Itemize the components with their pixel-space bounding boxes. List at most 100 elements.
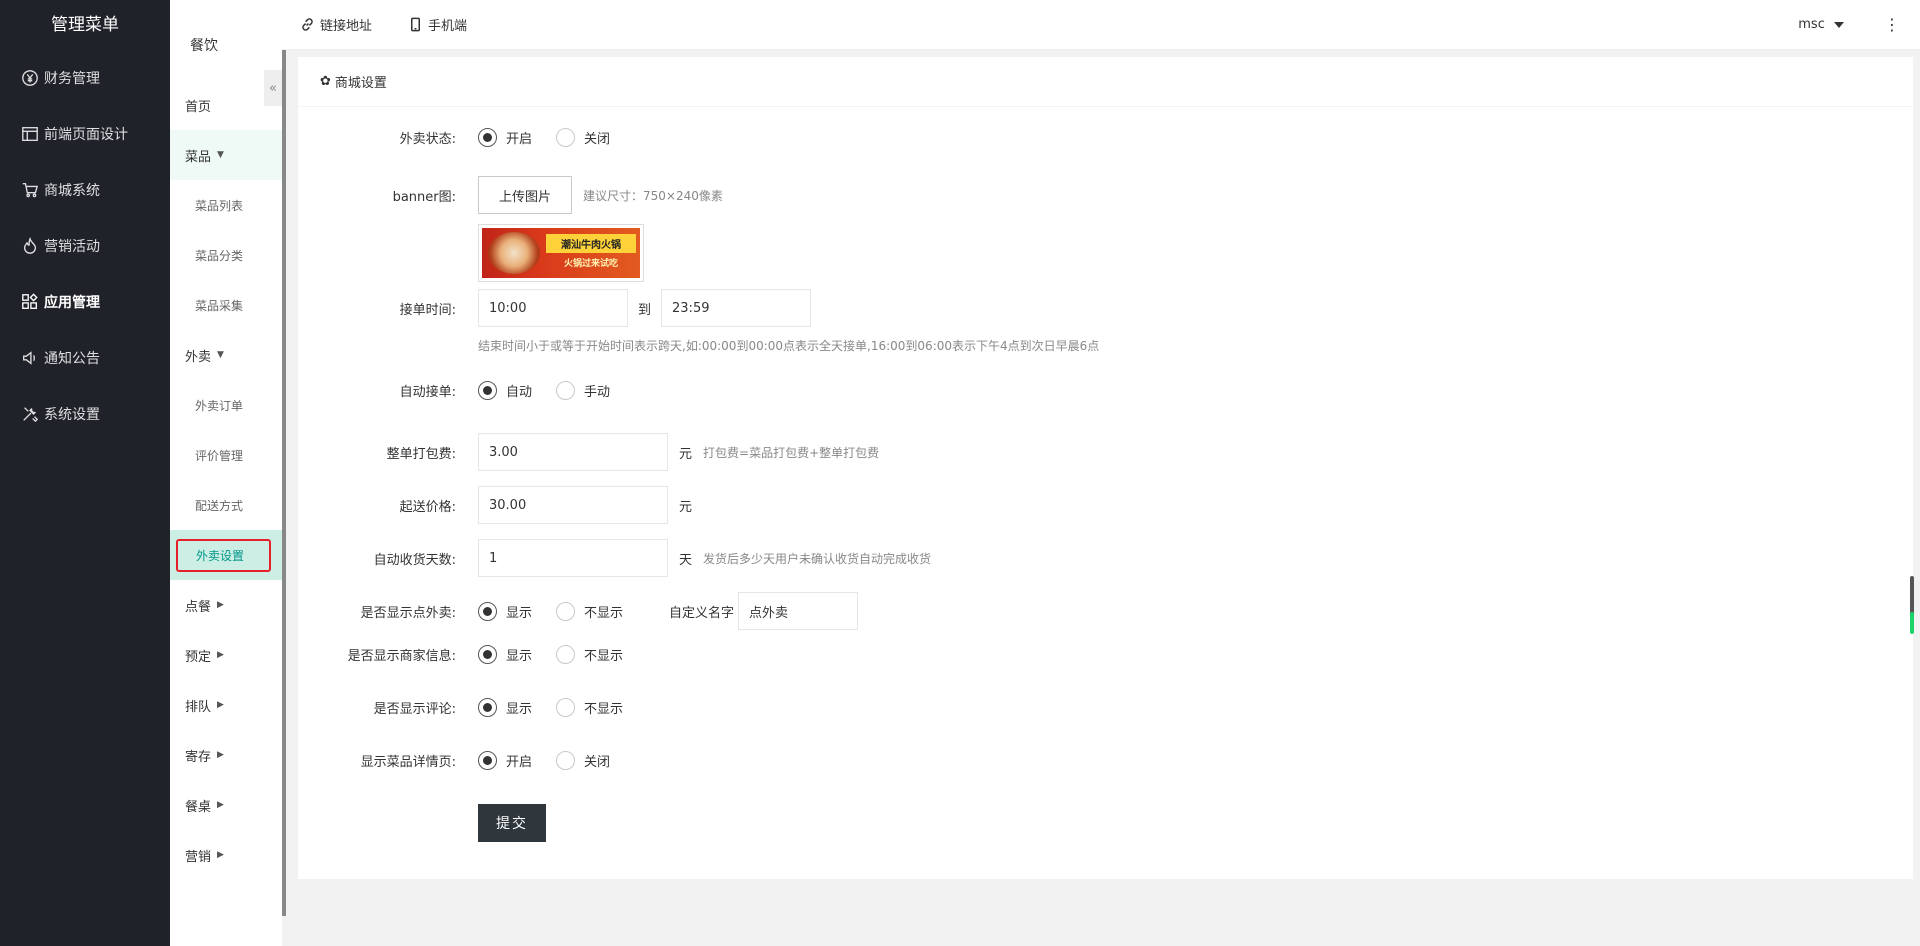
caret-right-icon: ▶ — [217, 750, 224, 760]
subnav-takeout-orders[interactable]: 外卖订单 — [170, 380, 282, 430]
show-merchant-label: 是否显示商家信息: — [347, 649, 456, 664]
subnav-group-dishes: 菜品 ▼ — [170, 130, 282, 180]
sidebar-item-apps[interactable]: 应用管理 — [0, 274, 170, 330]
radio-label: 自动 — [506, 385, 533, 400]
cart-icon — [20, 180, 40, 200]
radio-label: 不显示 — [584, 702, 624, 717]
takeout-status-off-radio[interactable]: 关闭 — [556, 128, 610, 147]
auto-receive-unit: 天 — [679, 552, 693, 568]
speaker-icon — [20, 348, 40, 368]
username: msc — [1798, 17, 1825, 32]
row-show-comment: 是否显示评论: 显示 不显示 — [298, 698, 647, 717]
subnav-marketing-label: 营销 — [185, 849, 212, 865]
mobile-button[interactable]: 手机端 — [390, 0, 485, 50]
sidebar-item-label: 营销活动 — [44, 239, 100, 255]
auto-receive-input[interactable] — [478, 539, 668, 577]
radio-label: 关闭 — [584, 132, 611, 147]
show-detail-off-radio[interactable]: 关闭 — [556, 751, 610, 770]
auto-accept-auto-radio[interactable]: 自动 — [478, 381, 532, 400]
min-price-label: 起送价格: — [399, 499, 456, 515]
show-takeout-label: 是否显示点外卖: — [360, 605, 456, 621]
packing-fee-label: 整单打包费: — [386, 446, 456, 462]
takeout-status-on-radio[interactable]: 开启 — [478, 128, 532, 147]
submit-button[interactable]: 提交 — [478, 804, 546, 842]
takeout-status-label: 外卖状态: — [399, 132, 456, 147]
subnav-takeout[interactable]: 外卖 ▼ — [170, 330, 282, 380]
subnav-marketing[interactable]: 营销 ▶ — [170, 830, 282, 880]
banner-hint: 建议尺寸：750×240像素 — [583, 188, 723, 203]
row-order-time: 接单时间: 到 — [298, 289, 812, 327]
auto-accept-label: 自动接单: — [399, 385, 456, 400]
sidebar-item-notice[interactable]: 通知公告 — [0, 330, 170, 386]
more-button[interactable]: ⋮ — [1864, 15, 1920, 34]
subnav-dishes-label: 菜品 — [185, 149, 212, 165]
subnav-delivery[interactable]: 配送方式 — [170, 480, 282, 530]
subnav-order-label: 点餐 — [185, 599, 212, 615]
sidebar-item-finance[interactable]: 财务管理 — [0, 50, 170, 106]
row-submit: 提交 — [478, 804, 546, 842]
subnav-takeout-settings[interactable]: 外卖设置 — [170, 530, 282, 580]
subnav-order[interactable]: 点餐 ▶ — [170, 580, 282, 630]
subnav-storage[interactable]: 寄存 ▶ — [170, 730, 282, 780]
show-merchant-show-radio[interactable]: 显示 — [478, 645, 532, 664]
show-takeout-hide-radio[interactable]: 不显示 — [556, 601, 623, 621]
settings-card: ✿ 商城设置 外卖状态: 开启 关闭 banner图: 上传图片 建议尺寸：75… — [298, 57, 1913, 879]
sidebar-item-label: 前端页面设计 — [44, 127, 128, 143]
fire-icon — [20, 236, 40, 256]
subnav-reviews[interactable]: 评价管理 — [170, 430, 282, 480]
order-end-time-input[interactable] — [661, 289, 812, 327]
sidebar-item-label: 系统设置 — [44, 407, 100, 423]
caret-down-icon — [1834, 21, 1844, 28]
auto-receive-label: 自动收货天数: — [373, 552, 456, 568]
radio-circle — [478, 698, 497, 717]
sidebar-item-label: 应用管理 — [44, 295, 100, 311]
subnav-dishes[interactable]: 菜品 ▼ — [170, 130, 282, 180]
subnav-dish-collect[interactable]: 菜品采集 — [170, 280, 282, 330]
min-price-input[interactable] — [478, 486, 668, 524]
subnav-dish-category[interactable]: 菜品分类 — [170, 230, 282, 280]
sub-sidebar-scrollbar[interactable] — [282, 50, 286, 916]
show-comment-hide-radio[interactable]: 不显示 — [556, 698, 623, 717]
link-address-button[interactable]: 链接地址 — [282, 0, 390, 50]
sidebar-item-marketing[interactable]: 营销活动 — [0, 218, 170, 274]
radio-circle — [478, 645, 497, 664]
row-show-detail: 显示菜品详情页: 开启 关闭 — [298, 751, 634, 770]
caret-right-icon: ▶ — [217, 600, 224, 610]
page-scrollbar-indicator — [1910, 612, 1914, 634]
banner-thumbnail[interactable]: 潮汕牛肉火锅 火锅过来试吃 — [478, 224, 644, 282]
user-menu[interactable]: msc — [1778, 17, 1864, 32]
subnav-dish-list[interactable]: 菜品列表 — [170, 180, 282, 230]
subnav-tables[interactable]: 餐桌 ▶ — [170, 780, 282, 830]
subnav-storage-label: 寄存 — [185, 749, 212, 765]
auto-accept-manual-radio[interactable]: 手动 — [556, 381, 610, 400]
subnav-queue[interactable]: 排队 ▶ — [170, 680, 282, 730]
yen-icon — [20, 68, 40, 88]
sub-sidebar-title: 餐饮 — [190, 38, 218, 54]
custom-name-label: 自定义名字 — [669, 605, 735, 621]
caret-down-icon: ▼ — [217, 150, 224, 160]
upload-image-button[interactable]: 上传图片 — [478, 176, 572, 214]
order-time-label: 接单时间: — [399, 302, 456, 318]
collapse-sidebar-button[interactable]: « — [264, 70, 282, 106]
link-address-label: 链接地址 — [320, 19, 373, 34]
tools-icon — [20, 404, 40, 424]
packing-fee-input[interactable] — [478, 433, 668, 471]
custom-name-input[interactable] — [738, 592, 859, 630]
show-detail-on-radio[interactable]: 开启 — [478, 751, 532, 770]
subnav-takeout-label: 外卖 — [185, 349, 212, 365]
order-start-time-input[interactable] — [478, 289, 628, 327]
sidebar-item-settings[interactable]: 系统设置 — [0, 386, 170, 442]
row-order-time-hint: 结束时间小于或等于开始时间表示跨天,如:00:00到00:00点表示全天接单,1… — [478, 337, 1099, 354]
radio-label: 显示 — [506, 649, 533, 664]
subnav-reserve[interactable]: 预定 ▶ — [170, 630, 282, 680]
show-takeout-show-radio[interactable]: 显示 — [478, 601, 532, 621]
sidebar-item-mall[interactable]: 商城系统 — [0, 162, 170, 218]
row-show-merchant: 是否显示商家信息: 显示 不显示 — [298, 645, 647, 664]
radio-circle — [478, 751, 497, 770]
sidebar-item-frontend-design[interactable]: 前端页面设计 — [0, 106, 170, 162]
banner-image-subtext: 火锅过来试吃 — [563, 259, 618, 269]
packing-fee-hint: 打包费=菜品打包费+整单打包费 — [703, 445, 880, 460]
show-merchant-hide-radio[interactable]: 不显示 — [556, 645, 623, 664]
show-comment-show-radio[interactable]: 显示 — [478, 698, 532, 717]
row-takeout-status: 外卖状态: 开启 关闭 — [298, 128, 634, 147]
